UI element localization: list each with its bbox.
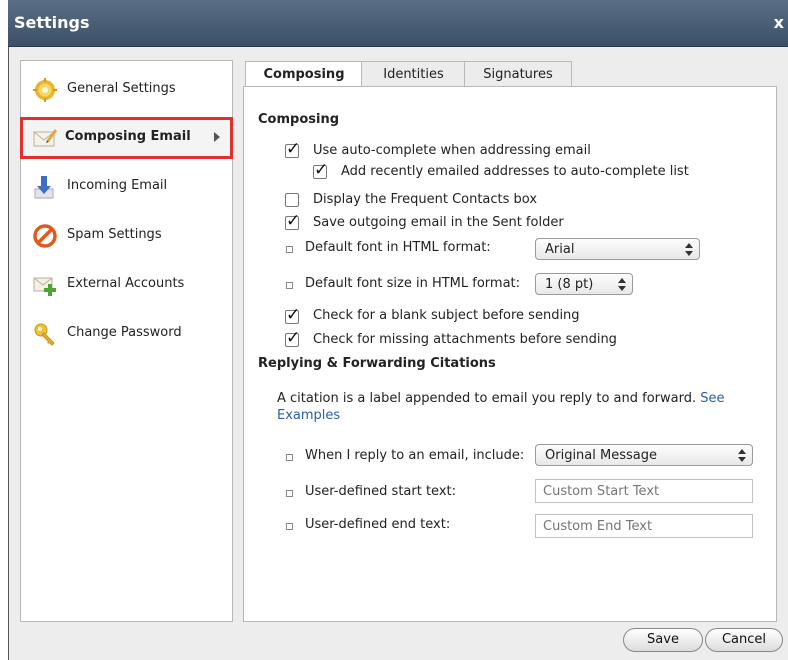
default-font-select[interactable]: Arial bbox=[535, 238, 700, 260]
tab-composing[interactable]: Composing bbox=[245, 61, 363, 89]
default-font-size-label: Default font size in HTML format: bbox=[305, 276, 521, 291]
default-font-label: Default font in HTML format: bbox=[305, 240, 491, 255]
title-bar bbox=[8, 0, 788, 47]
bullet-icon bbox=[286, 282, 293, 289]
sidebar-item-general-settings[interactable]: General Settings bbox=[21, 70, 232, 110]
blank-subject-checkbox[interactable] bbox=[285, 305, 300, 325]
sidebar-item-label: Composing Email bbox=[65, 129, 191, 144]
start-text-label: User-defined start text: bbox=[305, 484, 456, 499]
updown-arrows-icon bbox=[618, 278, 626, 292]
envelope-pencil-icon bbox=[33, 129, 57, 147]
sidebar-item-label: Change Password bbox=[67, 325, 182, 340]
reply-include-value: Original Message bbox=[545, 448, 657, 463]
citations-description-text: A citation is a label appended to email … bbox=[277, 391, 697, 406]
add-recent-checkbox[interactable] bbox=[313, 160, 328, 180]
chevron-right-icon bbox=[214, 132, 220, 142]
frequent-contacts-checkbox[interactable] bbox=[285, 193, 299, 207]
sidebar-item-label: Spam Settings bbox=[67, 227, 162, 242]
missing-attachments-label: Check for missing attachments before sen… bbox=[313, 332, 617, 347]
frequent-contacts-label: Display the Frequent Contacts box bbox=[313, 192, 538, 207]
updown-arrows-icon bbox=[738, 449, 746, 463]
sidebar-item-composing-email[interactable]: Composing Email bbox=[20, 117, 233, 159]
default-font-value: Arial bbox=[545, 242, 575, 257]
reply-include-select[interactable]: Original Message bbox=[535, 444, 753, 466]
autocomplete-label: Use auto-complete when addressing email bbox=[313, 143, 591, 158]
close-button[interactable]: x bbox=[774, 13, 784, 32]
save-sent-label: Save outgoing email in the Sent folder bbox=[313, 215, 564, 230]
sidebar-item-spam-settings[interactable]: Spam Settings bbox=[21, 216, 232, 256]
sidebar-item-label: Incoming Email bbox=[67, 178, 168, 193]
tab-signatures[interactable]: Signatures bbox=[464, 61, 572, 88]
sidebar-item-label: External Accounts bbox=[67, 276, 185, 291]
cancel-button[interactable]: Cancel bbox=[705, 628, 783, 652]
sidebar-item-label: General Settings bbox=[67, 81, 176, 96]
reply-include-label: When I reply to an email, include: bbox=[305, 448, 525, 463]
start-text-input[interactable] bbox=[535, 479, 753, 503]
bullet-icon bbox=[286, 454, 293, 461]
envelope-plus-icon bbox=[33, 277, 56, 296]
end-text-label: User-defined end text: bbox=[305, 517, 451, 532]
default-font-size-value: 1 (8 pt) bbox=[545, 277, 594, 292]
tab-identities[interactable]: Identities bbox=[361, 61, 466, 88]
add-recent-label: Add recently emailed addresses to auto-c… bbox=[341, 164, 689, 179]
end-text-input[interactable] bbox=[535, 514, 753, 538]
save-sent-checkbox[interactable] bbox=[285, 211, 300, 231]
bullet-icon bbox=[286, 246, 293, 253]
autocomplete-checkbox[interactable] bbox=[285, 139, 300, 159]
default-font-size-select[interactable]: 1 (8 pt) bbox=[535, 273, 633, 295]
dialog-title: Settings bbox=[14, 13, 90, 32]
save-button[interactable]: Save bbox=[623, 628, 703, 652]
section-title-composing: Composing bbox=[258, 112, 340, 127]
blank-subject-label: Check for a blank subject before sending bbox=[313, 308, 580, 323]
section-title-citations: Replying & Forwarding Citations bbox=[258, 356, 496, 371]
settings-sidebar: General Settings Composing Email Incomin… bbox=[20, 60, 233, 622]
sidebar-item-change-password[interactable]: Change Password bbox=[21, 314, 232, 354]
missing-attachments-checkbox[interactable] bbox=[285, 328, 300, 348]
sidebar-item-incoming-email[interactable]: Incoming Email bbox=[21, 167, 232, 207]
key-icon bbox=[34, 323, 55, 346]
gear-icon bbox=[33, 78, 57, 102]
no-entry-icon bbox=[33, 224, 57, 248]
citations-description: A citation is a label appended to email … bbox=[277, 390, 747, 424]
updown-arrows-icon bbox=[685, 243, 693, 257]
bullet-icon bbox=[286, 523, 293, 530]
download-arrow-icon bbox=[34, 176, 54, 199]
bullet-icon bbox=[286, 490, 293, 497]
sidebar-item-external-accounts[interactable]: External Accounts bbox=[21, 265, 232, 305]
